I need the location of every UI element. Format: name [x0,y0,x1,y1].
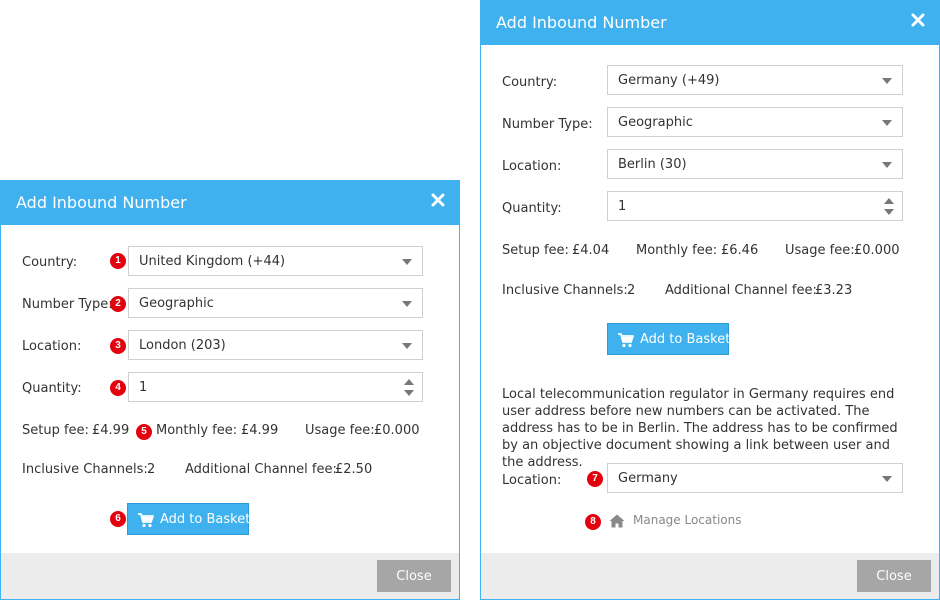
quantity-stepper[interactable]: 1 [128,372,423,402]
add-to-basket-label: Add to Basket [640,332,731,347]
add-to-basket-button[interactable]: Add to Basket [607,323,731,355]
callout-badge-6: 6 [110,511,126,527]
callout-badge-8: 8 [585,514,601,530]
usage-fee-value: £0.000 [374,423,420,438]
spinner-arrows-icon[interactable] [404,379,414,397]
address-requirement-notice: Local telecommunication regulator in Ger… [502,387,898,470]
country-select[interactable]: United Kingdom (+44) [128,246,423,276]
country-select[interactable]: Germany (+49) [607,65,903,95]
quantity-value: 1 [618,199,627,214]
shopping-cart-icon [138,513,154,528]
country-label: Country: [22,255,78,270]
setup-fee-value: £4.04 [572,243,610,258]
close-button[interactable]: Close [857,560,931,592]
quantity-value: 1 [139,380,148,395]
dialog-footer: Close [481,553,939,599]
spinner-arrows-icon[interactable] [884,198,894,216]
quantity-label: Quantity: [502,201,562,216]
dialog-header: Add Inbound Number [1,181,459,225]
location-select-value: London (203) [139,338,226,353]
location-select[interactable]: London (203) [128,330,423,360]
close-icon[interactable] [911,13,925,27]
number-type-select[interactable]: Geographic [607,107,903,137]
home-icon [609,514,625,528]
setup-fee-label: Setup fee: [22,423,89,438]
inclusive-channels-value: 2 [627,283,636,298]
dialog-title: Add Inbound Number [16,193,187,212]
additional-channel-fee-value: £3.23 [815,283,853,298]
chevron-down-icon [402,343,412,349]
usage-fee-label: Usage fee: [785,243,855,258]
number-type-label: Number Type: [502,117,593,132]
chevron-down-icon [882,78,892,84]
dialog-title: Add Inbound Number [496,13,667,32]
close-button[interactable]: Close [377,560,451,592]
country-select-value: Germany (+49) [618,73,720,88]
monthly-fee-value: £6.46 [721,243,759,258]
address-location-select[interactable]: Germany [607,463,903,493]
close-icon[interactable] [431,193,445,207]
additional-channel-fee-label: Additional Channel fee: [185,462,337,477]
callout-badge-5: 5 [136,424,152,440]
usage-fee-value: £0.000 [854,243,900,258]
inclusive-channels-label: Inclusive Channels: [22,462,148,477]
callout-badge-3: 3 [110,338,126,354]
quantity-label: Quantity: [22,381,82,396]
chevron-down-icon [402,259,412,265]
monthly-fee-label: Monthly fee: [156,423,238,438]
inclusive-channels-value: 2 [147,462,156,477]
location-label: Location: [502,159,562,174]
chevron-down-icon [402,301,412,307]
chevron-down-icon [882,120,892,126]
country-select-value: United Kingdom (+44) [139,254,286,269]
callout-badge-7: 7 [587,471,603,487]
setup-fee-label: Setup fee: [502,243,569,258]
number-type-select-value: Geographic [139,296,214,311]
add-to-basket-button[interactable]: Add to Basket [127,503,251,535]
dialog-footer: Close [1,553,459,599]
location-select-value: Berlin (30) [618,157,687,172]
shopping-cart-icon [618,333,634,348]
monthly-fee-value: £4.99 [241,423,279,438]
location-label: Location: [22,339,82,354]
manage-locations-label: Manage Locations [633,513,742,527]
add-inbound-number-dialog-de: Add Inbound Number Country: Germany (+49… [480,0,940,600]
address-location-label: Location: [502,473,562,488]
setup-fee-value: £4.99 [92,423,130,438]
additional-channel-fee-value: £2.50 [335,462,373,477]
country-label: Country: [502,75,558,90]
location-select[interactable]: Berlin (30) [607,149,903,179]
monthly-fee-label: Monthly fee: [636,243,718,258]
number-type-label: Number Type: [22,297,113,312]
chevron-down-icon [882,476,892,482]
add-to-basket-label: Add to Basket [160,512,251,527]
dialog-header: Add Inbound Number [481,1,939,45]
quantity-stepper[interactable]: 1 [607,191,903,221]
callout-badge-1: 1 [110,253,126,269]
add-inbound-number-dialog-uk: Add Inbound Number Country: 1 United Kin… [0,180,460,600]
callout-badge-2: 2 [110,296,126,312]
number-type-select-value: Geographic [618,115,693,130]
inclusive-channels-label: Inclusive Channels: [502,283,628,298]
number-type-select[interactable]: Geographic [128,288,423,318]
callout-badge-4: 4 [110,380,126,396]
usage-fee-label: Usage fee: [305,423,375,438]
chevron-down-icon [882,162,892,168]
address-location-select-value: Germany [618,471,678,486]
additional-channel-fee-label: Additional Channel fee: [665,283,817,298]
